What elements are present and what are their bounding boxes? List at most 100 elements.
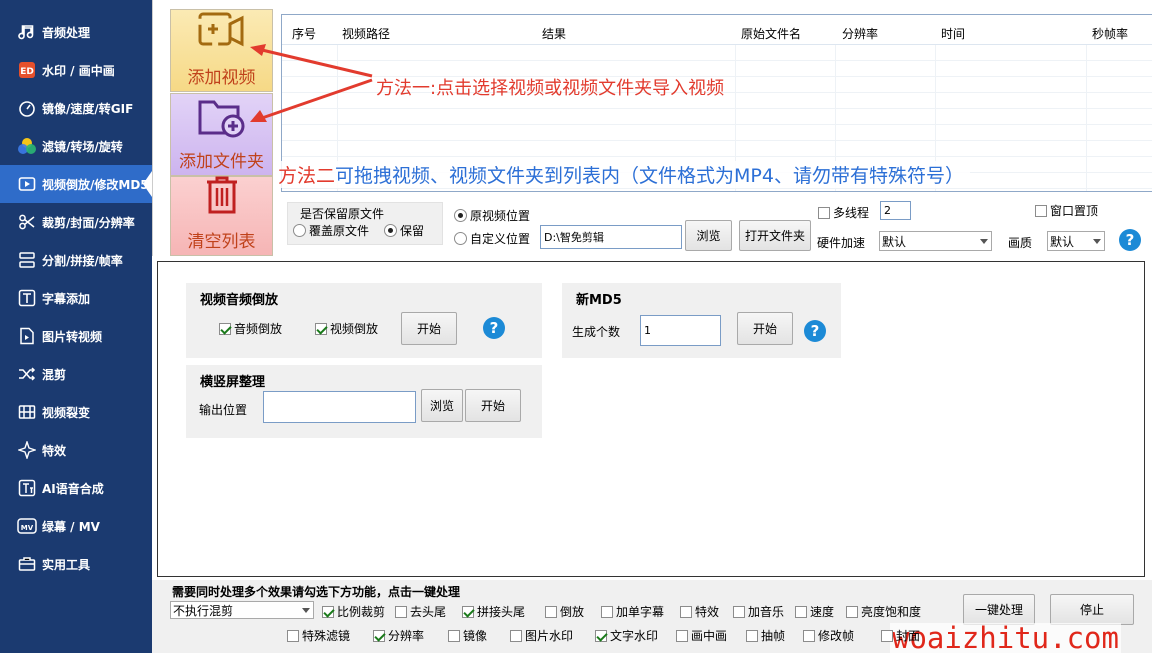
col-result[interactable]: 结果 bbox=[542, 25, 566, 42]
orient-browse-button[interactable]: 浏览 bbox=[421, 389, 463, 422]
batch-option-label: 比例裁剪 bbox=[337, 605, 386, 619]
batch-option-label: 修改帧 bbox=[818, 629, 855, 643]
batch-option-label: 去头尾 bbox=[410, 605, 447, 619]
image-to-video-icon bbox=[16, 325, 38, 347]
open-folder-button[interactable]: 打开文件夹 bbox=[739, 220, 811, 251]
help-icon[interactable]: ? bbox=[804, 320, 826, 342]
col-resolution[interactable]: 分辨率 bbox=[842, 25, 878, 42]
browse-button[interactable]: 浏览 bbox=[685, 220, 732, 251]
clear-list-button[interactable]: 清空列表 bbox=[170, 176, 273, 256]
checkbox-box bbox=[795, 605, 807, 618]
checkbox-box bbox=[601, 605, 613, 618]
sidebar-item-filter[interactable]: 滤镜/转场/旋转 bbox=[0, 127, 152, 165]
sidebar-item-label: 视频裂变 bbox=[42, 405, 91, 420]
batch-option-label: 画中画 bbox=[691, 629, 728, 643]
batch-option-checkbox[interactable]: 加音乐 bbox=[733, 603, 784, 620]
sidebar-item-ai-voice[interactable]: AI语音合成 bbox=[0, 469, 152, 507]
thread-count-field[interactable]: 2 bbox=[880, 201, 911, 220]
orient-output-field[interactable] bbox=[263, 391, 416, 423]
sidebar-item-effects[interactable]: 特效 bbox=[0, 431, 152, 469]
batch-option-checkbox[interactable]: 去头尾 bbox=[395, 603, 446, 620]
sidebar-item-subtitle[interactable]: 字幕添加 bbox=[0, 279, 152, 317]
annotation-method-1: 方法一:点击选择视频或视频文件夹导入视频 bbox=[376, 78, 725, 99]
hw-accel-label: 硬件加速 bbox=[817, 236, 866, 250]
batch-option-checkbox[interactable]: 亮度饱和度 bbox=[846, 603, 921, 620]
orient-panel-title: 横竖屏整理 bbox=[200, 375, 266, 390]
hw-accel-select[interactable]: 默认 bbox=[879, 231, 992, 251]
batch-option-checkbox[interactable]: 画中画 bbox=[676, 627, 727, 644]
batch-option-label: 加音乐 bbox=[748, 605, 785, 619]
col-time[interactable]: 时间 bbox=[941, 25, 965, 42]
scissors-icon bbox=[16, 211, 38, 233]
md5-start-button[interactable]: 开始 bbox=[737, 312, 793, 345]
annotation-method-2-text: 可拖拽视频、视频文件夹到列表内（文件格式为MP4、请勿带有特殊符号） bbox=[335, 165, 964, 187]
sidebar-item-mirror-speed[interactable]: 镜像/速度/转GIF bbox=[0, 89, 152, 127]
batch-option-checkbox[interactable]: 拼接头尾 bbox=[462, 603, 525, 620]
col-original-name[interactable]: 原始文件名 bbox=[741, 25, 801, 42]
sidebar-item-mix[interactable]: 混剪 bbox=[0, 355, 152, 393]
overwrite-radio[interactable]: 覆盖原文件 bbox=[293, 222, 369, 239]
sidebar-item-label: 镜像/速度/转GIF bbox=[42, 101, 134, 116]
output-path-field[interactable]: D:\智免剪辑 bbox=[540, 225, 682, 249]
quality-select[interactable]: 默认 bbox=[1047, 231, 1105, 251]
annotation-method-2-prefix: 方法二 bbox=[278, 165, 336, 187]
batch-option-checkbox[interactable]: 镜像 bbox=[448, 627, 487, 644]
video-reverse-checkbox[interactable]: 视频倒放 bbox=[315, 320, 378, 337]
orient-start-button[interactable]: 开始 bbox=[465, 389, 521, 422]
sidebar-item-label: 裁剪/封面/分辨率 bbox=[42, 215, 135, 230]
original-location-radio[interactable]: 原视频位置 bbox=[454, 207, 530, 224]
mix-mode-select[interactable]: 不执行混剪 bbox=[170, 601, 314, 619]
checkbox-box bbox=[803, 629, 815, 642]
batch-option-label: 抽帧 bbox=[761, 629, 786, 643]
reverse-start-button[interactable]: 开始 bbox=[401, 312, 457, 345]
batch-option-checkbox[interactable]: 加单字幕 bbox=[601, 603, 664, 620]
custom-location-radio[interactable]: 自定义位置 bbox=[454, 230, 530, 247]
sidebar-item-image-to-video[interactable]: 图片转视频 bbox=[0, 317, 152, 355]
audio-reverse-checkbox[interactable]: 音频倒放 bbox=[219, 320, 282, 337]
quality-label: 画质 bbox=[1008, 236, 1033, 250]
checkbox-box bbox=[881, 629, 893, 642]
sidebar-item-label: AI语音合成 bbox=[42, 481, 104, 496]
col-fps[interactable]: 秒帧率 bbox=[1092, 25, 1128, 42]
trash-icon bbox=[202, 174, 242, 221]
sidebar-item-label: 字幕添加 bbox=[42, 291, 91, 306]
sidebar-item-green-screen[interactable]: MV 绿幕 / MV bbox=[0, 507, 152, 545]
md5-panel-title: 新MD5 bbox=[576, 293, 622, 308]
batch-option-checkbox[interactable]: 特殊滤镜 bbox=[287, 627, 350, 644]
sidebar-item-split[interactable]: 分割/拼接/帧率 bbox=[0, 241, 152, 279]
window-top-checkbox[interactable]: 窗口置顶 bbox=[1035, 202, 1098, 219]
batch-option-checkbox[interactable]: 倒放 bbox=[545, 603, 584, 620]
shuffle-icon bbox=[16, 363, 38, 385]
batch-option-checkbox[interactable]: 速度 bbox=[795, 603, 834, 620]
help-icon[interactable]: ? bbox=[483, 317, 505, 339]
multithread-checkbox[interactable]: 多线程 bbox=[818, 204, 869, 221]
sidebar-item-reverse-md5[interactable]: 视频倒放/修改MD5 bbox=[0, 165, 152, 203]
svg-text:MV: MV bbox=[21, 524, 34, 532]
svg-text:ED: ED bbox=[20, 67, 34, 77]
reverse-panel-title: 视频音频倒放 bbox=[200, 293, 279, 308]
split-icon bbox=[16, 249, 38, 271]
batch-option-label: 文字水印 bbox=[610, 629, 659, 643]
batch-option-checkbox[interactable]: 抽帧 bbox=[746, 627, 785, 644]
help-icon[interactable]: ? bbox=[1119, 229, 1141, 251]
batch-option-checkbox[interactable]: 文字水印 bbox=[595, 627, 658, 644]
md5-count-field[interactable]: 1 bbox=[640, 315, 721, 346]
list-header bbox=[282, 15, 1152, 45]
sidebar-item-label: 混剪 bbox=[42, 367, 67, 382]
sidebar-item-fission[interactable]: 视频裂变 bbox=[0, 393, 152, 431]
sidebar-item-audio[interactable]: 音频处理 bbox=[0, 13, 152, 51]
batch-hint: 需要同时处理多个效果请勾选下方功能，点击一键处理 bbox=[172, 585, 461, 599]
batch-option-checkbox[interactable]: 图片水印 bbox=[510, 627, 573, 644]
batch-option-checkbox[interactable]: 修改帧 bbox=[803, 627, 854, 644]
batch-option-checkbox[interactable]: 封面 bbox=[881, 627, 920, 644]
sidebar-item-watermark[interactable]: ED 水印 / 画中画 bbox=[0, 51, 152, 89]
sidebar-item-label: 滤镜/转场/旋转 bbox=[42, 139, 123, 154]
sidebar-item-label: 实用工具 bbox=[42, 557, 91, 572]
sidebar-item-crop[interactable]: 裁剪/封面/分辨率 bbox=[0, 203, 152, 241]
batch-option-checkbox[interactable]: 特效 bbox=[680, 603, 719, 620]
batch-option-checkbox[interactable]: 比例裁剪 bbox=[322, 603, 385, 620]
batch-option-checkbox[interactable]: 分辨率 bbox=[373, 627, 424, 644]
sidebar-item-tools[interactable]: 实用工具 bbox=[0, 545, 152, 583]
speed-gauge-icon bbox=[16, 97, 38, 119]
keep-radio[interactable]: 保留 bbox=[384, 222, 424, 239]
